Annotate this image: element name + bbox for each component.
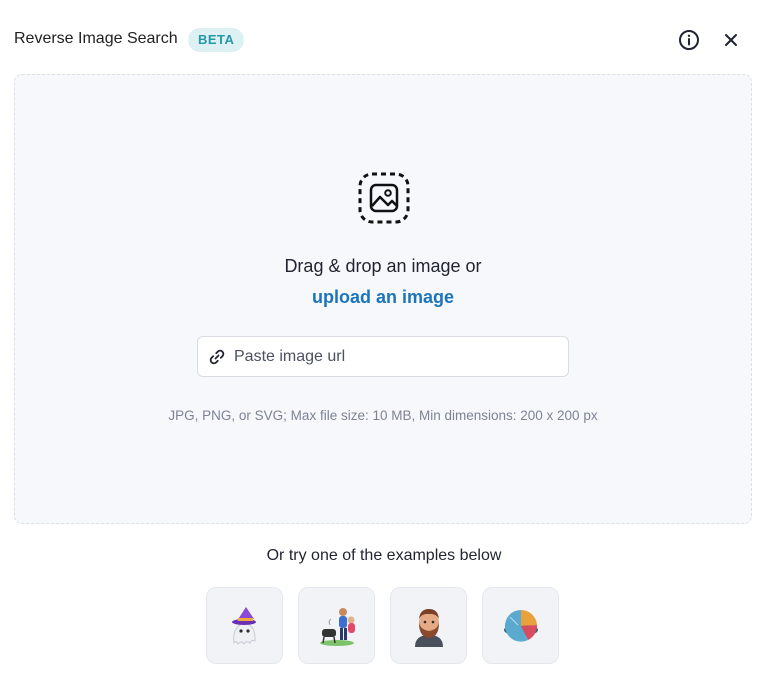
image-dropzone[interactable]: Drag & drop an image or upload an image …	[14, 74, 752, 524]
bearded-man-avatar-icon	[414, 608, 443, 647]
example-people-grill[interactable]	[298, 587, 375, 664]
upload-image-link[interactable]: upload an image	[15, 287, 751, 308]
drag-drop-text: Drag & drop an image or	[284, 256, 482, 276]
ghost-witch-icon	[231, 606, 256, 645]
example-pie-chart[interactable]	[482, 587, 559, 664]
info-icon	[679, 30, 699, 50]
examples-heading: Or try one of the examples below	[266, 547, 502, 564]
image-url-input[interactable]	[234, 337, 554, 376]
dialog-title: Reverse Image Search	[14, 30, 178, 47]
dialog-header: Reverse Image Search BETA	[0, 0, 768, 74]
file-requirements-hint: JPG, PNG, or SVG; Max file size: 10 MB, …	[168, 408, 598, 423]
example-bearded-man[interactable]	[390, 587, 467, 664]
beta-badge: BETA	[188, 28, 245, 52]
example-images	[206, 587, 560, 664]
close-button[interactable]	[719, 28, 743, 52]
people-grill-icon	[319, 607, 355, 646]
pie-chart-icon	[503, 609, 538, 642]
image-upload-icon[interactable]	[358, 172, 410, 224]
link-icon	[209, 349, 225, 365]
close-icon	[725, 34, 737, 46]
example-ghost-witch[interactable]	[206, 587, 283, 664]
info-button[interactable]	[677, 28, 701, 52]
image-url-field[interactable]	[197, 336, 569, 377]
